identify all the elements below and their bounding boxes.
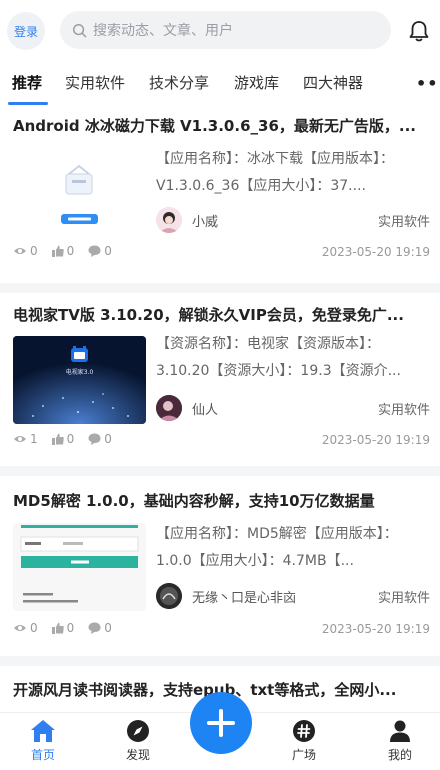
post-title[interactable]: MD5解密 1.0.0，基础内容秒解，支持10万亿数据量 [13, 490, 428, 511]
comments-stat[interactable]: 0 [88, 432, 112, 446]
post-thumbnail[interactable] [13, 523, 146, 611]
divider [0, 656, 440, 666]
post-excerpt: 【资源名称】：电视家【资源版本】：3.10.20【资源大小】：19.3【资源介.… [156, 336, 401, 379]
views-stat: 0 [13, 244, 38, 258]
eye-icon [14, 436, 26, 442]
nav-home-label: 首页 [30, 748, 55, 762]
post-card[interactable]: Android 冰冰磁力下载 V1.3.0.6_36，最新无广告版，... 【应… [0, 106, 440, 278]
views-count: 0 [30, 244, 38, 258]
likes-count: 0 [66, 432, 75, 446]
search-input[interactable]: 搜索动态、文章、用户 [60, 11, 391, 49]
thumbs-up-icon [51, 622, 64, 634]
more-tabs-icon[interactable]: ••• [416, 74, 440, 93]
avatar[interactable] [156, 395, 182, 421]
comment-icon [88, 245, 101, 257]
post-category[interactable]: 实用软件 [378, 587, 430, 606]
likes-stat[interactable]: 0 [51, 432, 75, 446]
post-thumbnail[interactable] [13, 152, 146, 240]
avatar[interactable] [156, 207, 182, 233]
post-category[interactable]: 实用软件 [378, 399, 430, 418]
search-icon [72, 23, 87, 37]
avatar[interactable] [156, 583, 182, 609]
hash-icon [293, 720, 315, 742]
user-icon [390, 720, 410, 742]
create-post-button[interactable] [190, 692, 252, 754]
tab-useful-software[interactable]: 实用软件 [65, 72, 125, 93]
post-stats: 0 0 0 [13, 244, 112, 258]
comment-icon [88, 433, 101, 445]
views-stat: 1 [13, 432, 38, 446]
comment-icon [88, 622, 101, 634]
comments-count: 0 [104, 621, 112, 635]
tab-recommend[interactable]: 推荐 [12, 72, 42, 93]
comments-stat[interactable]: 0 [88, 244, 112, 258]
likes-stat[interactable]: 0 [51, 621, 75, 635]
post-stats: 0 0 0 [13, 621, 112, 635]
compass-icon [127, 720, 149, 742]
nav-square-label: 广场 [291, 748, 316, 762]
home-icon [31, 720, 55, 742]
views-count: 1 [30, 432, 38, 446]
bell-icon[interactable] [406, 18, 432, 44]
likes-count: 0 [66, 621, 75, 635]
thumbs-up-icon [51, 433, 64, 445]
post-date: 2023-05-20 19:19 [321, 433, 430, 447]
app-logo-image [61, 164, 98, 224]
post-excerpt: 【应用名称】：冰冰下载【应用版本】：V1.3.0.6_36【应用大小】：37..… [156, 151, 394, 194]
author-name[interactable]: 仙人 [192, 399, 218, 418]
banner-text: 电视家3.0 [66, 368, 94, 376]
category-tabs: 推荐 实用软件 技术分享 游戏库 四大神器 ••• [0, 62, 440, 106]
tv-app-banner-image: 电视家3.0 [13, 336, 146, 424]
comments-count: 0 [104, 432, 112, 446]
author-name[interactable]: 无缘丶口是心非㐫 [192, 587, 296, 606]
nav-discover-label: 发现 [125, 748, 150, 762]
nav-discover[interactable]: 发现 [108, 719, 168, 763]
divider [0, 283, 440, 293]
nav-square[interactable]: 广场 [274, 719, 334, 763]
md5-app-screenshot-image [13, 523, 146, 611]
likes-count: 0 [66, 244, 75, 258]
post-title[interactable]: Android 冰冰磁力下载 V1.3.0.6_36，最新无广告版，... [13, 115, 428, 136]
views-count: 0 [30, 621, 38, 635]
post-card[interactable]: 电视家TV版 3.10.20，解锁永久VIP会员，免登录免广... 电视家3.0… [0, 293, 440, 465]
thumbs-up-icon [51, 245, 64, 257]
views-stat: 0 [13, 621, 38, 635]
post-title[interactable]: 电视家TV版 3.10.20，解锁永久VIP会员，免登录免广... [13, 304, 428, 325]
eye-icon [14, 625, 26, 631]
plus-icon [207, 709, 235, 737]
active-tab-indicator [8, 102, 48, 105]
comments-stat[interactable]: 0 [88, 621, 112, 635]
divider [0, 466, 440, 476]
search-placeholder: 搜索动态、文章、用户 [93, 23, 233, 39]
post-stats: 1 0 0 [13, 432, 112, 446]
post-thumbnail[interactable]: 电视家3.0 [13, 336, 146, 424]
app-header: 登录 搜索动态、文章、用户 [0, 0, 440, 62]
login-button[interactable]: 登录 [7, 12, 45, 50]
post-category[interactable]: 实用软件 [378, 211, 430, 230]
tab-tech-share[interactable]: 技术分享 [149, 72, 209, 93]
post-excerpt: 【应用名称】：MD5解密【应用版本】：1.0.0【应用大小】：4.7MB【... [156, 526, 398, 569]
post-date: 2023-05-20 19:19 [321, 622, 430, 636]
tab-four-tools[interactable]: 四大神器 [303, 72, 363, 93]
comments-count: 0 [104, 244, 112, 258]
nav-profile[interactable]: 我的 [370, 719, 430, 763]
nav-home[interactable]: 首页 [13, 719, 73, 763]
tab-game-library[interactable]: 游戏库 [234, 72, 279, 93]
post-date: 2023-05-20 19:19 [321, 245, 430, 259]
likes-stat[interactable]: 0 [51, 244, 75, 258]
post-card[interactable]: MD5解密 1.0.0，基础内容秒解，支持10万亿数据量 【应用名称】：MD5解… [0, 476, 440, 656]
author-name[interactable]: 小威 [192, 211, 218, 230]
nav-profile-label: 我的 [387, 748, 412, 762]
eye-icon [14, 248, 26, 254]
